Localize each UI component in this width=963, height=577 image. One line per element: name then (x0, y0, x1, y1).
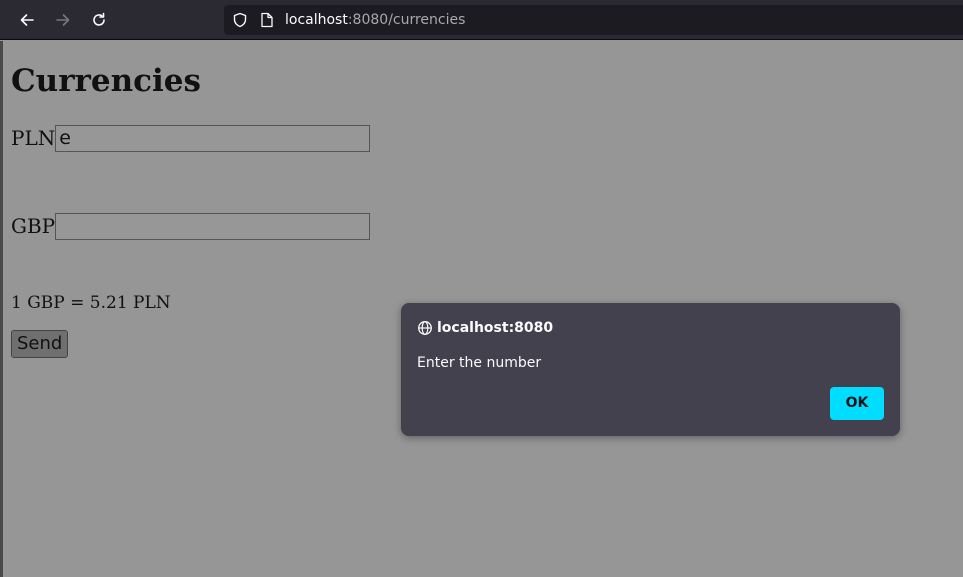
pln-row: PLN e (11, 123, 371, 153)
pln-label: PLN (11, 126, 56, 150)
pln-input[interactable]: e (55, 124, 371, 152)
globe-icon (417, 320, 433, 340)
dialog-message: Enter the number (417, 355, 542, 371)
reload-button[interactable] (87, 8, 111, 32)
page-icon[interactable] (260, 12, 274, 33)
arrow-right-icon (56, 14, 70, 26)
url-bar[interactable]: localhost:8080/currencies (224, 5, 963, 35)
shield-icon[interactable] (232, 12, 248, 33)
url-host: localhost (285, 12, 348, 28)
send-button[interactable]: Send (11, 330, 69, 358)
ok-button[interactable]: OK (830, 387, 884, 420)
reload-icon (93, 12, 105, 26)
gbp-label: GBP (11, 214, 56, 238)
exchange-rate-text: 1 GBP = 5.21 PLN (11, 293, 171, 313)
gbp-input[interactable] (55, 212, 371, 240)
arrow-left-icon (20, 14, 34, 26)
browser-toolbar: localhost:8080/currencies (0, 0, 963, 40)
page-title: Currencies (11, 63, 201, 99)
url-path: :8080/currencies (347, 12, 466, 28)
gbp-row: GBP (11, 211, 371, 241)
back-button[interactable] (15, 8, 39, 32)
alert-dialog: localhost:8080 Enter the number OK (401, 303, 900, 436)
url-text[interactable]: localhost:8080/currencies (285, 5, 465, 35)
dialog-title: localhost:8080 (437, 320, 554, 336)
forward-button[interactable] (51, 8, 75, 32)
